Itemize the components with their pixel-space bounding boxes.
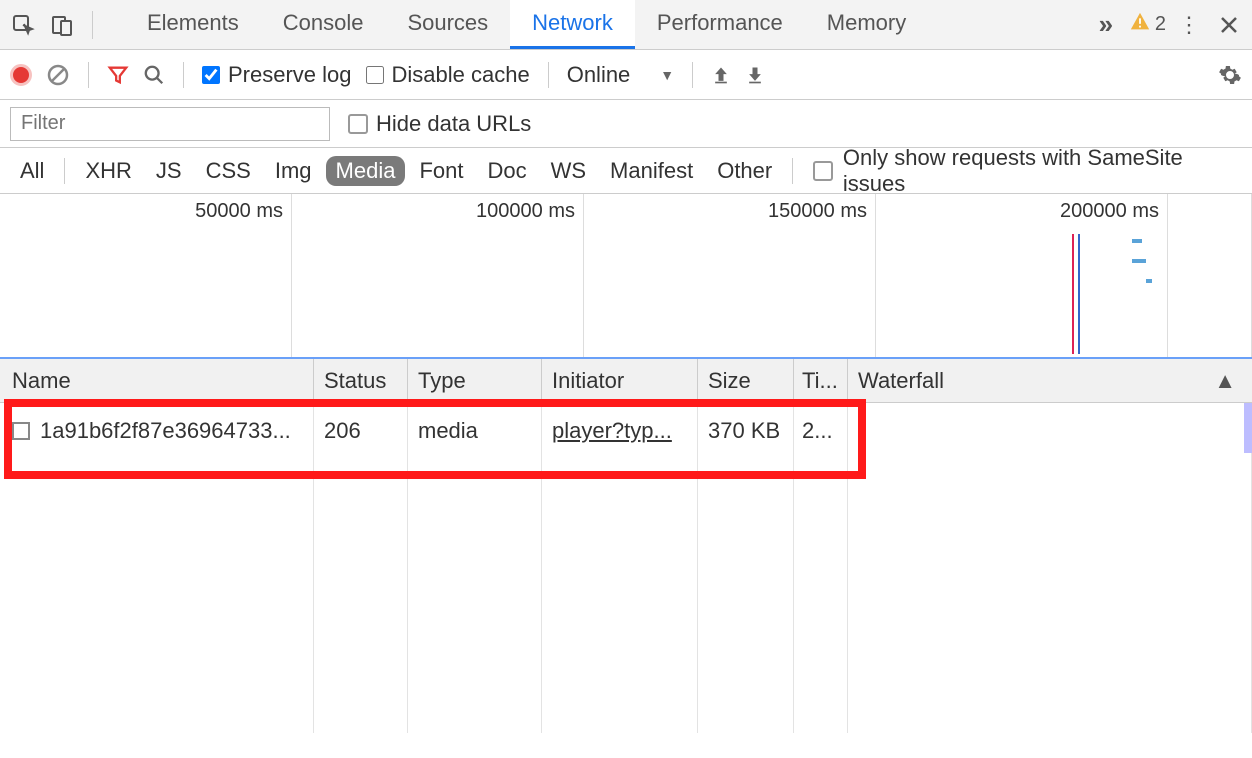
close-icon[interactable] — [1212, 8, 1246, 42]
separator — [92, 11, 93, 39]
warnings-number: 2 — [1155, 13, 1166, 36]
type-other[interactable]: Other — [707, 156, 782, 186]
preserve-log-label: Preserve log — [228, 62, 352, 88]
separator — [183, 62, 184, 88]
disable-cache-label: Disable cache — [392, 62, 530, 88]
type-img[interactable]: Img — [265, 156, 322, 186]
timeline-overview[interactable]: 50000 ms 100000 ms 150000 ms 200000 ms — [0, 194, 1252, 359]
separator — [548, 62, 549, 88]
tab-sources[interactable]: Sources — [385, 0, 510, 49]
file-icon — [12, 422, 30, 440]
type-css[interactable]: CSS — [196, 156, 261, 186]
request-size: 370 KB — [698, 403, 794, 459]
inspect-icon[interactable] — [6, 8, 40, 42]
separator — [692, 62, 693, 88]
type-ws[interactable]: WS — [541, 156, 596, 186]
settings-icon[interactable] — [1218, 63, 1242, 87]
col-waterfall-label: Waterfall — [858, 368, 944, 394]
type-media[interactable]: Media — [326, 156, 406, 186]
request-row[interactable]: 1a91b6f2f87e36964733... 206 media player… — [0, 403, 1252, 459]
network-toolbar: Preserve log Disable cache Online ▼ — [0, 50, 1252, 100]
request-name: 1a91b6f2f87e36964733... — [40, 418, 291, 444]
type-manifest[interactable]: Manifest — [600, 156, 703, 186]
warning-icon — [1129, 11, 1151, 39]
hide-data-urls-checkbox[interactable]: Hide data URLs — [348, 111, 531, 137]
disable-cache-checkbox[interactable]: Disable cache — [366, 62, 530, 88]
col-type[interactable]: Type — [408, 359, 542, 402]
samesite-checkbox[interactable]: Only show requests with SameSite issues — [813, 145, 1242, 197]
download-har-icon[interactable] — [745, 65, 765, 85]
record-button[interactable] — [10, 64, 32, 86]
preserve-log-checkbox[interactable]: Preserve log — [202, 62, 352, 88]
timeline-marker — [1078, 234, 1080, 354]
request-initiator[interactable]: player?typ... — [552, 418, 672, 444]
filter-input[interactable] — [10, 107, 330, 141]
separator — [64, 158, 65, 184]
request-type-bar: All XHR JS CSS Img Media Font Doc WS Man… — [0, 148, 1252, 194]
device-toggle-icon[interactable] — [46, 8, 80, 42]
throttling-select[interactable]: Online ▼ — [567, 62, 674, 88]
timeline-requests — [1132, 239, 1152, 299]
devtools-tabbar: Elements Console Sources Network Perform… — [0, 0, 1252, 50]
tick-label: 100000 ms — [476, 200, 575, 223]
type-doc[interactable]: Doc — [477, 156, 536, 186]
type-xhr[interactable]: XHR — [75, 156, 141, 186]
hide-data-urls-label: Hide data URLs — [376, 111, 531, 137]
throttling-value: Online — [567, 62, 631, 88]
col-status[interactable]: Status — [314, 359, 408, 402]
samesite-label: Only show requests with SameSite issues — [843, 145, 1242, 197]
clear-icon[interactable] — [46, 63, 70, 87]
request-type: media — [408, 403, 542, 459]
tab-elements[interactable]: Elements — [125, 0, 261, 49]
request-time: 2... — [794, 403, 848, 459]
tab-memory[interactable]: Memory — [805, 0, 928, 49]
tab-performance[interactable]: Performance — [635, 0, 805, 49]
separator — [792, 158, 793, 184]
chevron-down-icon: ▼ — [660, 67, 674, 83]
tick-label: 200000 ms — [1060, 200, 1159, 223]
type-js[interactable]: JS — [146, 156, 192, 186]
checkbox-icon — [813, 161, 833, 181]
col-name[interactable]: Name — [0, 359, 314, 402]
checkbox-icon — [348, 114, 368, 134]
disable-cache-input[interactable] — [366, 66, 384, 84]
filter-icon[interactable] — [107, 64, 129, 86]
tick-label: 150000 ms — [768, 200, 867, 223]
kebab-menu-icon[interactable]: ⋮ — [1172, 8, 1206, 42]
upload-har-icon[interactable] — [711, 65, 731, 85]
timeline-marker — [1072, 234, 1074, 354]
col-size[interactable]: Size — [698, 359, 794, 402]
preserve-log-input[interactable] — [202, 66, 220, 84]
col-waterfall[interactable]: Waterfall ▲ — [848, 368, 1252, 394]
request-waterfall — [848, 403, 1252, 459]
requests-table-body: 1a91b6f2f87e36964733... 206 media player… — [0, 403, 1252, 733]
search-icon[interactable] — [143, 64, 165, 86]
col-time[interactable]: Ti... — [794, 359, 848, 402]
tab-console[interactable]: Console — [261, 0, 386, 49]
separator — [88, 62, 89, 88]
requests-table-header: Name Status Type Initiator Size Ti... Wa… — [0, 359, 1252, 403]
col-initiator[interactable]: Initiator — [542, 359, 698, 402]
request-status: 206 — [314, 403, 408, 459]
type-font[interactable]: Font — [409, 156, 473, 186]
warnings-count[interactable]: 2 — [1129, 11, 1166, 39]
type-all[interactable]: All — [10, 156, 54, 186]
sort-asc-icon: ▲ — [1214, 368, 1236, 394]
filter-bar: Hide data URLs — [0, 100, 1252, 148]
panel-tabs: Elements Console Sources Network Perform… — [125, 0, 928, 49]
more-tabs-icon[interactable]: » — [1089, 8, 1123, 42]
tab-network[interactable]: Network — [510, 0, 635, 49]
tick-label: 50000 ms — [195, 200, 283, 223]
